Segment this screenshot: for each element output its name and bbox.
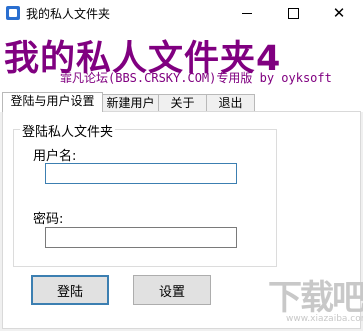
settings-button[interactable]: 设置 [133,275,211,305]
login-button[interactable]: 登陆 [31,275,109,305]
minimize-icon [242,12,252,14]
username-label: 用户名: [33,149,77,164]
tab-about[interactable]: 关于 [158,94,207,111]
tab-exit[interactable]: 退出 [206,94,255,111]
watermark-url: www.xiazaiba.com [286,314,363,324]
title-bar[interactable]: 我的私人文件夹 ✕ [0,0,363,27]
password-input[interactable] [45,227,237,248]
window-title: 我的私人文件夹 [26,7,111,21]
tab-new-user[interactable]: 新建用户 [102,94,159,111]
watermark-logo: 下载吧 [268,278,363,318]
maximize-button[interactable] [270,0,316,26]
group-title: 登陆私人文件夹 [20,121,116,140]
app-icon [6,6,20,20]
username-input[interactable] [45,163,237,184]
minimize-button[interactable] [224,0,270,26]
tab-login-settings[interactable]: 登陆与用户设置 [2,92,103,112]
banner: 我的私人文件夹4 霏凡论坛(BBS.CRSKY.COM)专用版 by oykso… [0,26,363,92]
banner-subtitle: 霏凡论坛(BBS.CRSKY.COM)专用版 by oyksoft [60,71,332,85]
app-window: 我的私人文件夹 ✕ 我的私人文件夹4 霏凡论坛(BBS.CRSKY.COM)专用… [0,0,363,331]
close-button[interactable]: ✕ [316,0,362,26]
close-icon: ✕ [332,3,346,22]
watermark: 下载吧 www.xiazaiba.com [268,270,363,328]
tab-bar: 登陆与用户设置 新建用户 关于 退出 [0,92,363,112]
maximize-icon [287,7,299,19]
password-label: 密码: [33,212,64,227]
